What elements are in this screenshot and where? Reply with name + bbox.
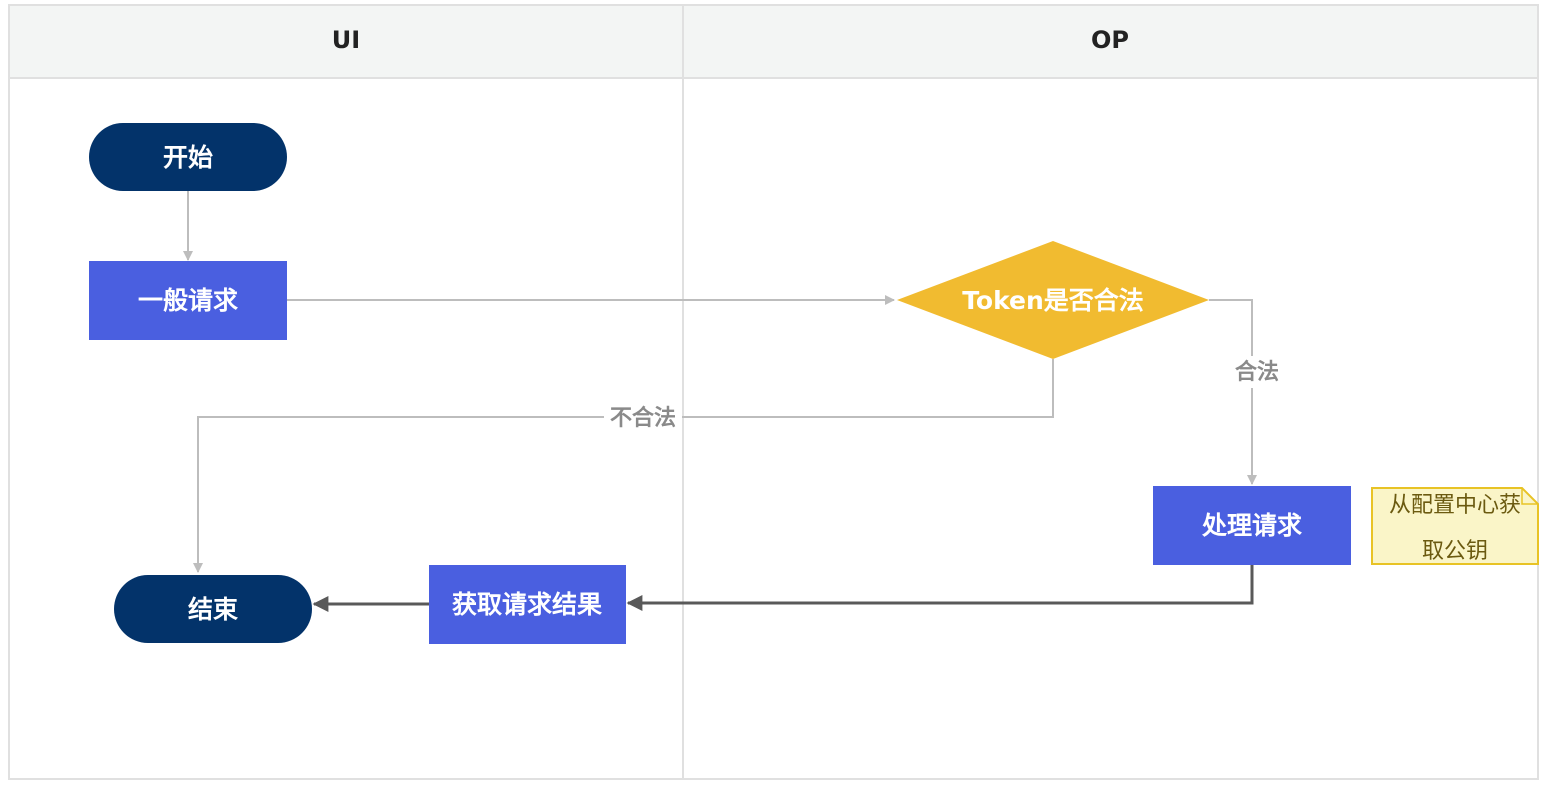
connector-token-valid [1209, 299, 1257, 485]
edge-label-invalid: 不合法 [610, 405, 676, 431]
end-label: 结束 [188, 595, 239, 624]
node-end[interactable]: 结束 [114, 575, 312, 643]
lane-header-background [9, 5, 1538, 78]
swimlane-border [8, 4, 1539, 780]
general-request-label: 一般请求 [138, 286, 238, 315]
get-result-label: 获取请求结果 [452, 590, 602, 619]
note-text-line2: 取公钥 [1422, 539, 1488, 564]
node-start[interactable]: 开始 [89, 123, 287, 191]
annotation-note[interactable]: 从配置中心获 取公钥 [1371, 487, 1539, 565]
connector-process-to-result [626, 565, 1254, 611]
start-label: 开始 [163, 143, 213, 172]
process-request-label: 处理请求 [1201, 511, 1302, 540]
edge-label-valid: 合法 [1235, 359, 1279, 385]
swimlane-diagram: UI OP 合法 不合法 开始 一般请求 Token是否合法 处理请求 获取请求… [8, 4, 1539, 780]
node-token-check[interactable]: Token是否合法 [897, 241, 1209, 359]
node-get-result[interactable]: 获取请求结果 [429, 565, 626, 644]
connector-token-invalid [193, 359, 1054, 573]
node-process-request[interactable]: 处理请求 [1153, 486, 1351, 565]
lane-title-op: OP [1091, 26, 1129, 54]
node-general-request[interactable]: 一般请求 [89, 261, 287, 340]
connectors [183, 191, 1257, 612]
note-text-line1: 从配置中心获 [1389, 493, 1521, 518]
token-check-label: Token是否合法 [962, 286, 1144, 315]
lane-title-ui: UI [332, 26, 360, 54]
swimlane-frame: UI OP [8, 4, 1539, 780]
